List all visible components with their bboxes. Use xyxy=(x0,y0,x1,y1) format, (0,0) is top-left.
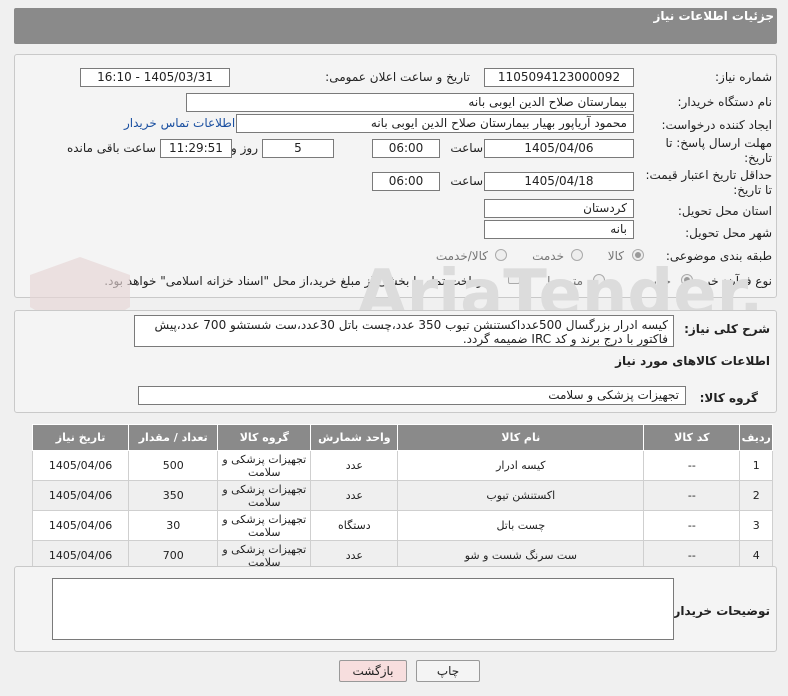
deadline-label-date: تاریخ: xyxy=(744,151,772,165)
cell-unit: دستگاه xyxy=(310,510,399,541)
remaining-time-field[interactable]: 11:29:51 xyxy=(160,139,232,158)
cell-unit: عدد xyxy=(310,480,399,511)
category-radio-service[interactable] xyxy=(571,249,583,261)
process-option-medium: متوسط xyxy=(545,274,583,288)
process-radio-minor[interactable] xyxy=(681,274,693,286)
province-label: استان محل تحویل: xyxy=(677,204,772,218)
category-option-goods: کالا xyxy=(607,249,624,263)
cell-code: -- xyxy=(643,510,741,541)
buyer-org-label: نام دستگاه خریدار: xyxy=(677,95,773,109)
deadline-time-label: ساعت xyxy=(450,141,483,155)
need-number-field[interactable]: 1105094123000092 xyxy=(484,68,634,87)
creator-label: ایجاد کننده درخواست: xyxy=(661,118,772,132)
cell-group: تجهیزات پزشکی و سلامت xyxy=(217,480,312,511)
col-group: گروه کالا xyxy=(217,424,312,451)
cell-qty: 500 xyxy=(128,450,219,481)
city-label: شهر محل تحویل: xyxy=(685,226,772,240)
buyer-notes-textarea[interactable] xyxy=(52,578,674,640)
price-time-label: ساعت xyxy=(450,174,483,188)
cell-date: 1405/04/06 xyxy=(31,510,130,541)
col-unit: واحد شمارش xyxy=(310,424,399,451)
treasury-payment-note: پرداخت تمام یا بخشی از مبلغ خرید،از محل … xyxy=(104,274,487,288)
category-radio-both[interactable] xyxy=(495,249,507,261)
cell-name: اکستنشن تیوب xyxy=(397,480,645,511)
cell-unit: عدد xyxy=(310,450,399,481)
category-option-both: کالا/خدمت xyxy=(435,249,488,263)
days-field[interactable]: 5 xyxy=(262,139,334,158)
cell-name: چست باتل xyxy=(397,510,645,541)
buyer-notes-label: توضیحات خریدار: xyxy=(668,604,770,618)
cell-code: -- xyxy=(643,480,741,511)
col-qty: تعداد / مقدار xyxy=(128,424,219,451)
city-field[interactable]: بانه xyxy=(484,220,634,239)
table-row: 2 -- اکستنشن تیوب عدد تجهیزات پزشکی و سل… xyxy=(31,480,773,511)
goods-group-label: گروه کالا: xyxy=(699,391,758,405)
col-date: تاریخ نیاز xyxy=(31,424,130,451)
price-validity-label-date: تا تاریخ: xyxy=(733,183,772,197)
table-row: 1 -- کیسه ادرار عدد تجهیزات پزشکی و سلام… xyxy=(31,450,773,481)
cell-name: کیسه ادرار xyxy=(397,450,645,481)
print-button[interactable]: چاپ xyxy=(416,660,480,682)
category-label: طبقه بندی موضوعی: xyxy=(665,249,772,263)
cell-group: تجهیزات پزشکی و سلامت xyxy=(217,510,312,541)
page-title: جزئیات اطلاعات نیاز xyxy=(653,9,774,23)
remaining-label: ساعت باقی مانده xyxy=(66,141,156,155)
goods-section-title: اطلاعات کالاهای مورد نیاز xyxy=(615,354,770,368)
goods-table: ردیف کد کالا نام کالا واحد شمارش گروه کا… xyxy=(31,424,773,571)
goods-group-field[interactable]: تجهیزات پزشکی و سلامت xyxy=(138,386,686,405)
category-option-service: خدمت xyxy=(532,249,564,263)
announce-field[interactable]: 1405/03/31 - 16:10 xyxy=(80,68,230,87)
treasury-payment-checkbox[interactable] xyxy=(508,272,520,284)
buyer-org-field[interactable]: بیمارستان صلاح الدین ایوبی بانه xyxy=(186,93,634,112)
table-row: 3 -- چست باتل دستگاه تجهیزات پزشکی و سلا… xyxy=(31,510,773,541)
need-number-label: شماره نیاز: xyxy=(715,70,772,84)
cell-row: 2 xyxy=(739,480,773,511)
cell-qty: 350 xyxy=(128,480,219,511)
col-name: نام کالا xyxy=(397,424,645,451)
deadline-time-field[interactable]: 06:00 xyxy=(372,139,440,158)
cell-row: 3 xyxy=(739,510,773,541)
process-label: نوع فرآیند خرید : xyxy=(687,274,772,288)
cell-group: تجهیزات پزشکی و سلامت xyxy=(217,450,312,481)
col-row: ردیف xyxy=(739,424,773,451)
days-label: روز و xyxy=(231,141,258,155)
deadline-label: مهلت ارسال پاسخ: تا xyxy=(665,136,772,150)
cell-date: 1405/04/06 xyxy=(31,480,130,511)
goods-table-header: ردیف کد کالا نام کالا واحد شمارش گروه کا… xyxy=(31,424,773,451)
description-textarea[interactable]: کیسه ادرار بزرگسال 500عدداکستنشن تیوب 35… xyxy=(134,315,674,347)
contact-info-link[interactable]: اطلاعات تماس خریدار xyxy=(124,116,235,130)
category-radio-goods[interactable] xyxy=(632,249,644,261)
price-time-field[interactable]: 06:00 xyxy=(372,172,440,191)
announce-label: تاریخ و ساعت اعلان عمومی: xyxy=(325,70,470,84)
description-label: شرح کلی نیاز: xyxy=(684,322,770,336)
process-radio-medium[interactable] xyxy=(593,274,605,286)
province-field[interactable]: کردستان xyxy=(484,199,634,218)
cell-row: 1 xyxy=(739,450,773,481)
col-code: کد کالا xyxy=(643,424,741,451)
creator-field[interactable]: محمود آریاپور بهیار بیمارستان صلاح الدین… xyxy=(236,114,634,133)
cell-code: -- xyxy=(643,450,741,481)
process-option-minor: جزیی xyxy=(643,274,671,288)
price-validity-label: حداقل تاریخ اعتبار قیمت: xyxy=(645,168,772,182)
cell-qty: 30 xyxy=(128,510,219,541)
price-date-field[interactable]: 1405/04/18 xyxy=(484,172,634,191)
deadline-date-field[interactable]: 1405/04/06 xyxy=(484,139,634,158)
back-button[interactable]: بازگشت xyxy=(339,660,407,682)
cell-date: 1405/04/06 xyxy=(31,450,130,481)
